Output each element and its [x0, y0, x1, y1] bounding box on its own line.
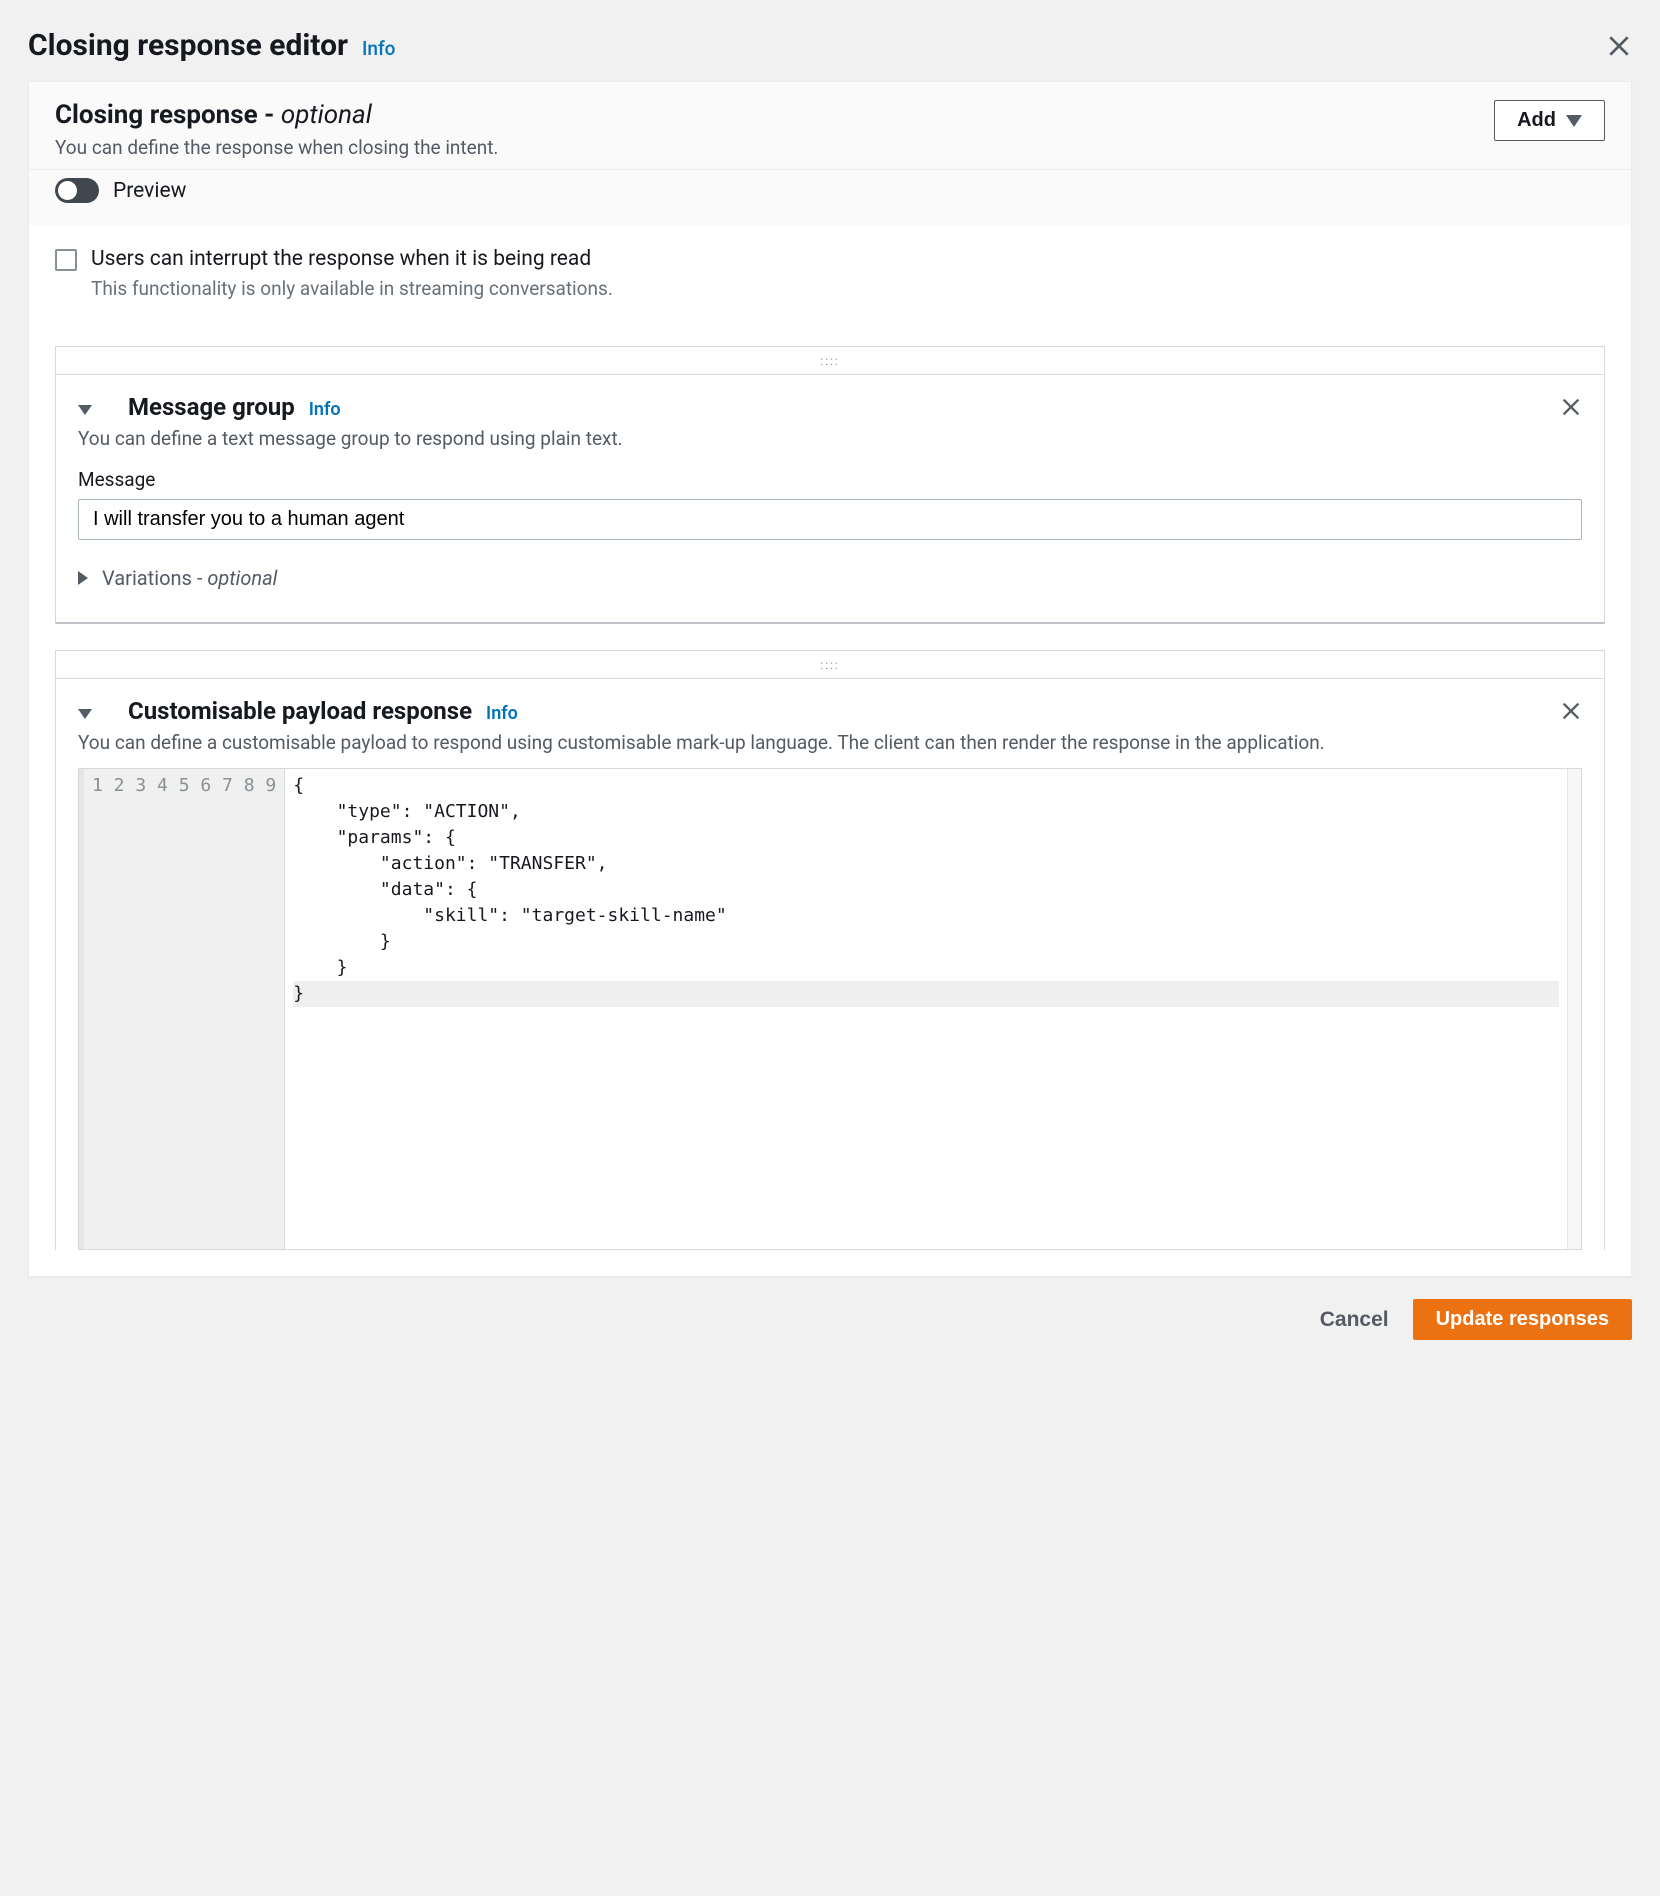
modal-title: Closing response editor: [28, 28, 348, 63]
payload-info-link[interactable]: Info: [486, 703, 518, 724]
modal-header: Closing response editor Info: [28, 28, 1632, 63]
panel-heading-text: Closing response -: [55, 100, 281, 130]
variations-text: Variations -: [102, 566, 207, 590]
interrupt-checkbox-row: Users can interrupt the response when it…: [55, 247, 1605, 271]
modal-info-link[interactable]: Info: [362, 37, 395, 60]
payload-desc: You can define a customisable payload to…: [56, 731, 1604, 754]
chevron-down-icon: [1566, 115, 1582, 127]
interrupt-desc: This functionality is only available in …: [91, 277, 1605, 300]
variations-optional: optional: [207, 566, 277, 590]
message-field-block: Message: [56, 450, 1604, 562]
payload-code-editor[interactable]: 1 2 3 4 5 6 7 8 9 { "type": "ACTION", "p…: [78, 768, 1582, 1250]
closing-response-editor: Closing response editor Info Closing res…: [0, 0, 1660, 1362]
chevron-right-icon: [78, 571, 88, 585]
panel-heading-optional: optional: [281, 100, 372, 130]
message-group-desc: You can define a text message group to r…: [56, 427, 1604, 450]
cancel-button[interactable]: Cancel: [1314, 1307, 1395, 1333]
message-input[interactable]: [78, 499, 1582, 540]
interrupt-label: Users can interrupt the response when it…: [91, 247, 591, 271]
message-group-title: Message group: [128, 393, 295, 421]
payload-header: Customisable payload response Info: [56, 679, 1604, 731]
payload-remove-icon[interactable]: [1560, 700, 1582, 722]
preview-toggle[interactable]: [55, 178, 99, 203]
payload-card: Customisable payload response Info You c…: [55, 678, 1605, 1250]
interrupt-section: Users can interrupt the response when it…: [29, 225, 1631, 322]
payload-collapse-icon[interactable]: [78, 709, 92, 719]
panel-description: You can define the response when closing…: [55, 136, 1484, 159]
message-group-header: Message group Info: [56, 375, 1604, 427]
message-group-remove-icon[interactable]: [1560, 396, 1582, 418]
preview-label: Preview: [113, 179, 186, 203]
panel-top: Closing response - optional You can defi…: [29, 82, 1631, 170]
message-group-card: Message group Info You can define a text…: [55, 374, 1605, 624]
add-button[interactable]: Add: [1494, 100, 1605, 141]
variations-label: Variations - optional: [102, 566, 277, 590]
message-group-collapse-icon[interactable]: [78, 405, 92, 415]
modal-header-left: Closing response editor Info: [28, 28, 395, 63]
interrupt-checkbox[interactable]: [55, 249, 77, 271]
variations-toggle[interactable]: Variations - optional: [56, 562, 1604, 622]
close-icon[interactable]: [1606, 33, 1632, 59]
message-group-info-link[interactable]: Info: [309, 399, 341, 420]
drag-dots-icon: ::::: [820, 658, 840, 672]
code-minimap: [1567, 769, 1581, 1249]
message-field-label: Message: [78, 468, 1582, 491]
preview-toggle-row: Preview: [29, 170, 1631, 225]
add-button-label: Add: [1517, 109, 1556, 132]
message-group-drag-handle[interactable]: ::::: [55, 346, 1605, 374]
panel-heading: Closing response - optional: [55, 100, 1484, 130]
drag-dots-icon: ::::: [820, 354, 840, 368]
update-responses-button[interactable]: Update responses: [1413, 1299, 1632, 1340]
code-content[interactable]: { "type": "ACTION", "params": { "action"…: [285, 769, 1567, 1249]
payload-title: Customisable payload response: [128, 697, 472, 725]
payload-drag-handle[interactable]: ::::: [55, 650, 1605, 678]
footer-actions: Cancel Update responses: [28, 1277, 1632, 1340]
code-line-numbers: 1 2 3 4 5 6 7 8 9: [84, 769, 285, 1249]
closing-response-panel: Closing response - optional You can defi…: [28, 81, 1632, 1277]
